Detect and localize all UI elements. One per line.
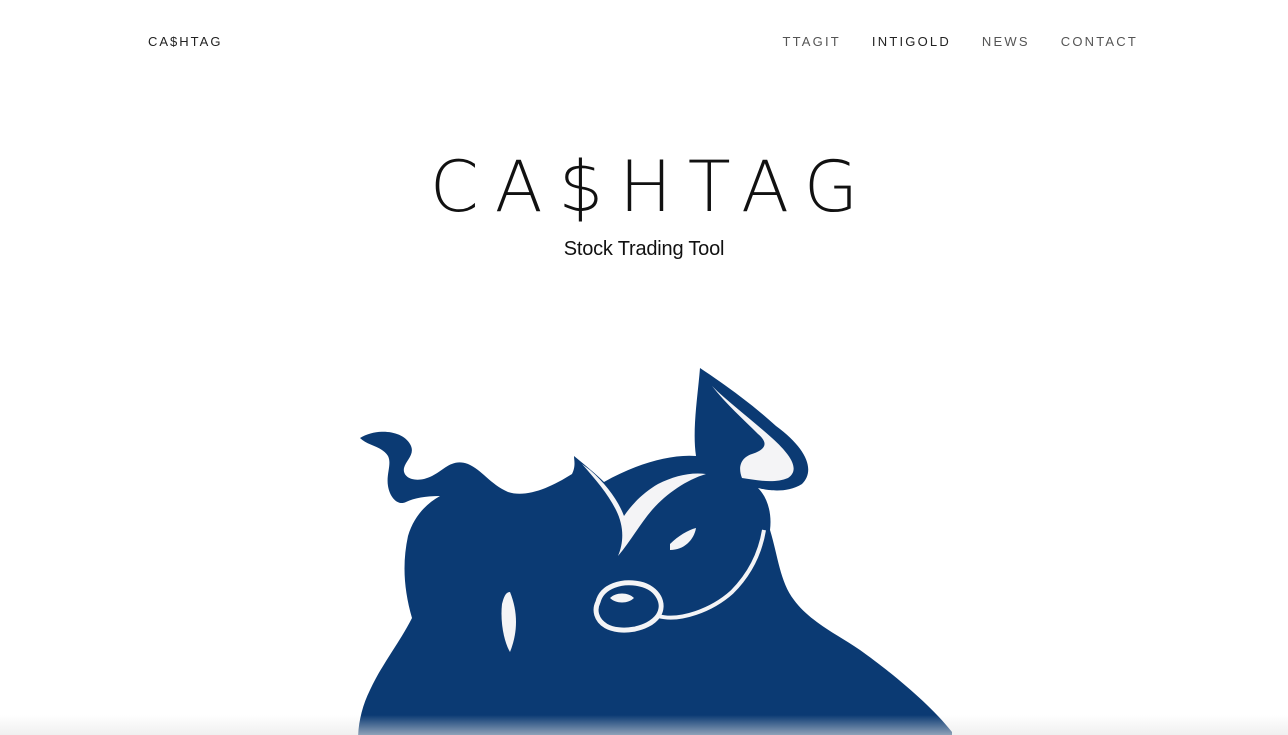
nav-link-news[interactable]: NEWS [982,34,1030,49]
top-navigation: CA$HTAG TTAGIT INTIGOLD NEWS CONTACT [0,0,1288,84]
page: CA$HTAG TTAGIT INTIGOLD NEWS CONTACT CA$… [0,0,1288,735]
nav-link-intigold[interactable]: INTIGOLD [872,34,951,49]
nav-link-ttagit[interactable]: TTAGIT [782,34,840,49]
brand-link[interactable]: CA$HTAG [148,34,222,49]
bottom-shade [0,715,1288,735]
hero-subtitle: Stock Trading Tool [563,238,725,260]
nav-links: TTAGIT INTIGOLD NEWS CONTACT [751,34,1138,49]
bull-icon [358,368,952,735]
hero-title: CA$HTAG [429,146,875,228]
bull-body [358,368,952,735]
hero: CA$HTAG Stock Trading Tool [0,140,1288,261]
bull-illustration [340,360,980,735]
nav-link-contact[interactable]: CONTACT [1061,34,1138,49]
